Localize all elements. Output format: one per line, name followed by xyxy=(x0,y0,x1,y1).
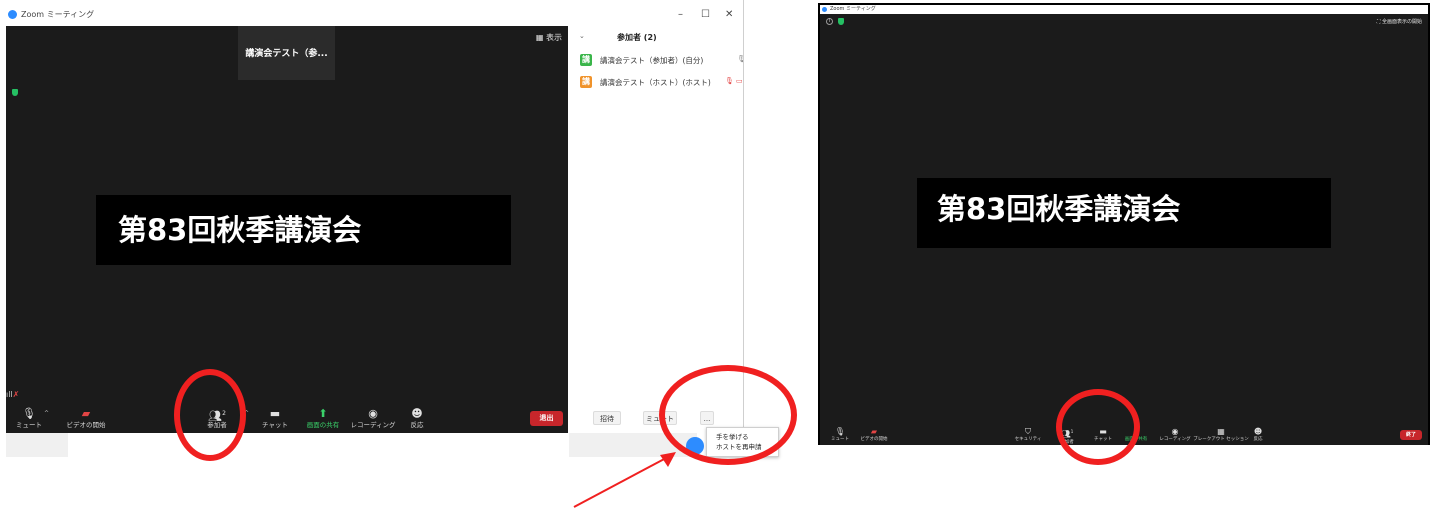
audio-options-caret-icon[interactable]: ^ xyxy=(44,410,49,417)
annotation-circle-chat xyxy=(1056,389,1140,465)
recording-button[interactable]: ◉ レコーディング xyxy=(1158,427,1192,443)
security-button[interactable]: ⛉ セキュリティ xyxy=(1013,427,1043,443)
collapse-chevron-icon[interactable]: ⌄ xyxy=(579,32,585,40)
start-video-button[interactable]: ▰ ビデオの開始 xyxy=(858,427,890,443)
video-off-icon: ▭ xyxy=(736,77,743,85)
event-title-banner: 第83回秋季講演会 xyxy=(96,195,511,265)
end-meeting-button[interactable]: 終了 xyxy=(1400,430,1422,440)
zoom-logo-icon xyxy=(8,10,17,19)
window-title: Zoom ミーティング xyxy=(21,10,95,19)
microphone-icon: 🎙︎ xyxy=(834,427,846,436)
invite-button[interactable]: 招待 xyxy=(593,411,621,425)
security-shield-icon xyxy=(838,18,844,25)
fullscreen-button[interactable]: ⛶ 全画面表示の開始 xyxy=(1377,18,1422,25)
meeting-info-icon[interactable]: i xyxy=(826,18,833,25)
video-off-icon: ▰ xyxy=(81,407,91,420)
reactions-button[interactable]: ☻ 反応 xyxy=(392,406,442,433)
mute-button[interactable]: 🎙︎ ミュート xyxy=(828,427,852,443)
window-titlebar: Zoom ミーティング xyxy=(0,0,748,26)
video-off-icon: ▰ xyxy=(870,427,878,436)
annotation-arrow xyxy=(573,452,676,508)
record-icon: ◉ xyxy=(1171,427,1179,436)
window-title: Zoom ミーティング xyxy=(830,6,876,12)
host-zoom-window: Zoom ミーティング i ⛶ 全画面表示の開始 第83回秋季講演会 🎙︎ ミュ… xyxy=(818,3,1430,445)
start-video-button[interactable]: ▰ ビデオの開始 xyxy=(56,406,116,433)
participant-name: 講演会テスト（ホスト）(ホスト) xyxy=(600,78,711,87)
view-button[interactable]: ▦ 表示 xyxy=(536,32,562,43)
security-shield-icon xyxy=(12,89,18,96)
breakout-rooms-button[interactable]: ▦ ブレークアウト セッション xyxy=(1192,427,1250,443)
share-screen-button[interactable]: ⬆ 画面の共有 xyxy=(298,406,348,433)
annotation-circle-participants xyxy=(174,369,246,461)
zoom-logo-icon xyxy=(822,7,827,12)
share-screen-icon: ⬆ xyxy=(318,407,328,420)
participant-item[interactable]: 講 講演会テスト（参加者）(自分) 🎙︎ xyxy=(580,54,746,67)
window-titlebar: Zoom ミーティング xyxy=(820,5,1428,14)
grid-icon: ▦ xyxy=(1217,427,1225,436)
active-speaker-card: 講演会テスト（参... xyxy=(238,26,335,80)
smiley-icon: ☻ xyxy=(411,407,423,420)
close-button[interactable]: ✕ xyxy=(725,10,733,20)
event-title-banner: 第83回秋季講演会 xyxy=(917,178,1331,248)
window-bottom-strip xyxy=(6,433,68,457)
active-speaker-name: 講演会テスト（参... xyxy=(245,49,328,59)
security-shield-icon: ⛉ xyxy=(1025,427,1031,436)
maximize-button[interactable]: ☐ xyxy=(701,10,710,20)
participant-name: 講演会テスト（参加者）(自分) xyxy=(600,56,704,65)
chat-bubble-icon: ▬ xyxy=(269,407,281,420)
avatar: 講 xyxy=(580,54,592,66)
minimize-button[interactable]: – xyxy=(678,10,683,20)
chat-button[interactable]: ▬ チャット xyxy=(250,406,300,433)
meeting-toolbar: 🎙︎ ミュート ^ ▰ ビデオの開始 👥︎2 参加者 ^ ▬ チャット ⬆ 画面… xyxy=(6,406,568,433)
signal-strength-icon: ıll✗ xyxy=(6,390,20,399)
microphone-icon: 🎙︎ xyxy=(737,55,746,63)
reactions-button[interactable]: ☻ 反応 xyxy=(1248,427,1268,443)
leave-button[interactable]: 退出 xyxy=(530,411,563,426)
participant-item[interactable]: 講 講演会テスト（ホスト）(ホスト) 🎙︎ ▭ xyxy=(580,76,743,89)
avatar: 講 xyxy=(580,76,592,88)
video-area: 講演会テスト（参... ▦ 表示 第83回秋季講演会 ıll✗ xyxy=(6,26,568,406)
microphone-muted-icon: 🎙︎ xyxy=(725,77,734,85)
participant-zoom-window: Zoom ミーティング – ☐ ✕ 講演会テスト（参... ▦ 表示 第83回秋… xyxy=(0,0,748,460)
smiley-icon: ☻ xyxy=(1253,427,1263,436)
participants-panel-title: 参加者 (2) xyxy=(617,33,657,42)
